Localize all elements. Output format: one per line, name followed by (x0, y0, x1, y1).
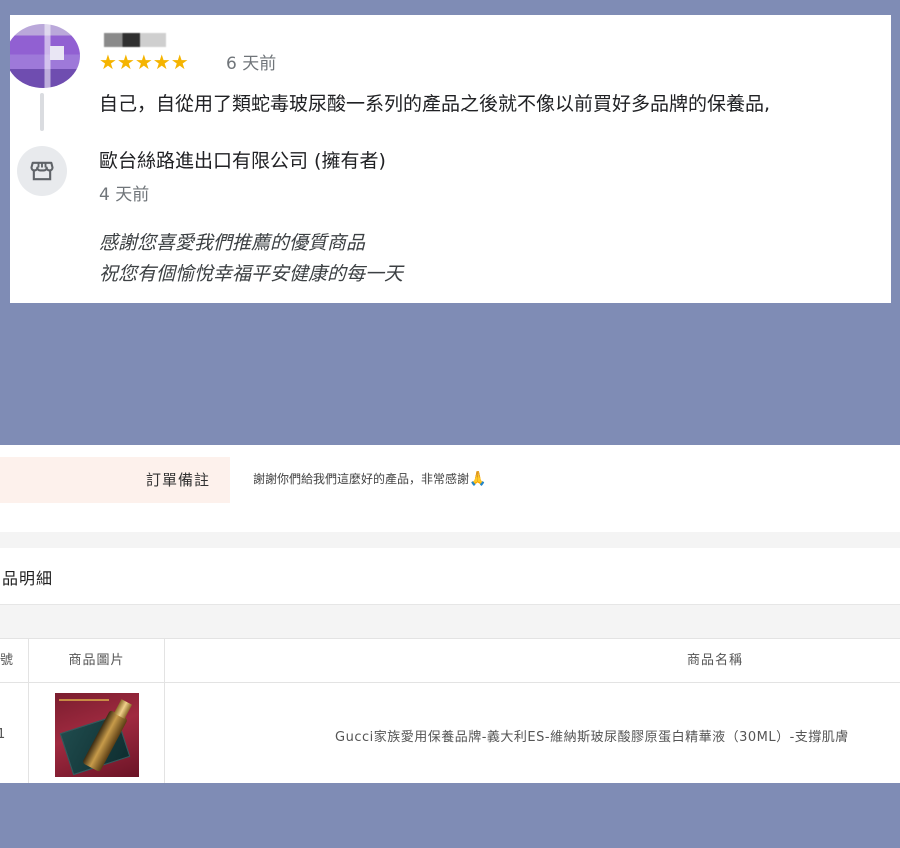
praying-hands-icon: 🙏 (469, 471, 487, 487)
reply-time: 4 天前 (99, 185, 150, 205)
owner-reply-line-1: 感謝您喜愛我們推薦的優質商品 (99, 232, 366, 254)
product-details-header: 品明細 (0, 548, 900, 605)
review-card: ★★★★★ 6 天前 自己，自從用了類蛇毒玻尿酸一系列的產品之後就不像以前買好多… (10, 15, 891, 303)
review-text: 自己，自從用了類蛇毒玻尿酸一系列的產品之後就不像以前買好多品牌的保養品, (99, 93, 771, 115)
column-header-name: 商品名稱 (686, 653, 743, 668)
product-name[interactable]: Gucci家族愛用保養品牌-義大利ES-維納斯玻尿酸膠原蛋白精華液（30ML）-… (335, 726, 849, 745)
row-index: 1 (0, 727, 6, 742)
order-note-label-cell: 訂單備註 (0, 457, 230, 503)
column-divider (164, 639, 165, 783)
order-panel: 訂單備註 謝謝你們給我們這麼好的產品，非常感謝🙏 品明細 號 商品圖片 商品名稱… (0, 445, 900, 783)
review-time: 6 天前 (226, 54, 277, 74)
store-avatar[interactable] (17, 146, 67, 196)
table-header-row: 號 商品圖片 商品名稱 (0, 639, 900, 683)
order-note-row: 訂單備註 謝謝你們給我們這麼好的產品，非常感謝🙏 (0, 445, 900, 532)
thread-line (40, 93, 44, 131)
owner-name: 歐台絲路進出口有限公司 (擁有者) (99, 150, 386, 172)
order-note-label: 訂單備註 (145, 471, 210, 489)
star-rating: ★★★★★ (99, 50, 189, 74)
product-details-title: 品明細 (2, 569, 54, 588)
order-note-value: 謝謝你們給我們這麼好的產品，非常感謝🙏 (253, 470, 486, 487)
reviewer-avatar[interactable] (10, 24, 80, 88)
order-note-text: 謝謝你們給我們這麼好的產品，非常感謝 (253, 472, 470, 486)
column-header-index: 號 (0, 653, 14, 668)
column-divider (28, 639, 29, 783)
product-table: 號 商品圖片 商品名稱 1 Gucci家族愛用保養品牌-義大利ES-維納斯玻尿酸… (0, 638, 900, 783)
owner-reply-line-2: 祝您有個愉悅幸福平安健康的每一天 (99, 263, 404, 285)
product-image[interactable] (55, 693, 139, 777)
column-header-image: 商品圖片 (68, 653, 125, 668)
storefront-icon (30, 161, 54, 181)
reviewer-name-blurred[interactable] (104, 33, 166, 47)
product-image-trim (59, 699, 109, 701)
